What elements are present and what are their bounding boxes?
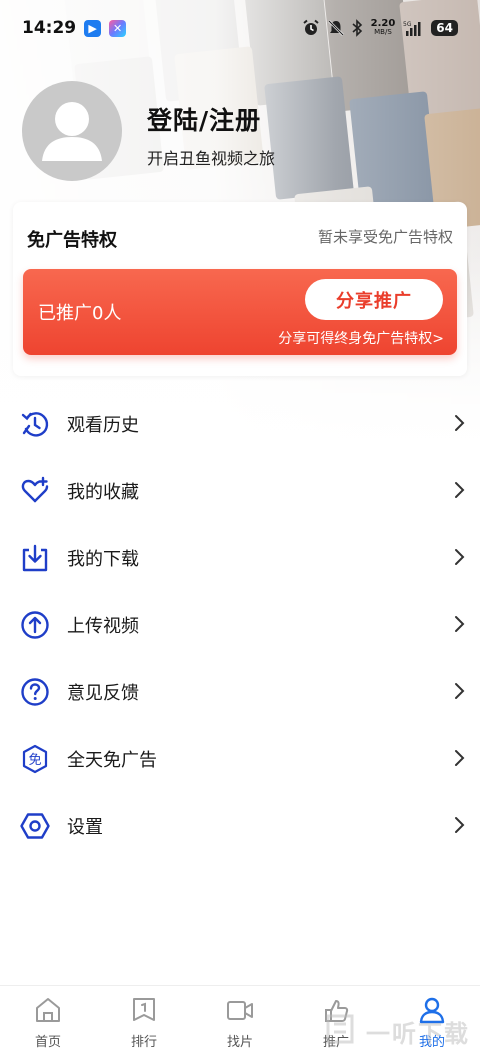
profile-subtitle: 开启丑鱼视频之旅 <box>147 149 276 168</box>
question-icon <box>20 677 50 707</box>
network-speed: 2.20 MB/S <box>371 19 396 37</box>
chevron-right-icon <box>455 750 465 766</box>
home-icon <box>34 996 62 1024</box>
adfree-badge-text: 免 <box>28 753 41 768</box>
adfree-badge-icon: 免 <box>20 744 50 774</box>
ranking-icon <box>130 996 158 1024</box>
signal-icon: 5G <box>403 21 421 36</box>
settings-hexagon-icon <box>20 811 50 841</box>
menu-item-feedback[interactable]: 意见反馈 <box>0 658 480 725</box>
bluetooth-icon <box>352 19 362 37</box>
avatar[interactable] <box>22 81 122 181</box>
watermark-logo-icon <box>326 1014 354 1044</box>
status-bar: 14:29 ▶ ✕ 2.20 MB/S 5G 64 <box>0 0 480 56</box>
status-icons: 2.20 MB/S 5G 64 <box>302 19 458 37</box>
adfree-title: 免广告特权 <box>27 230 117 251</box>
network-speed-unit: MB/S <box>374 28 392 36</box>
watermark-text: 一听下载 <box>366 1019 470 1048</box>
nav-find-video[interactable]: 找片 <box>192 986 288 1056</box>
adfree-status: 暂未享受免广告特权 <box>317 228 453 246</box>
menu-item-label: 观看历史 <box>67 414 139 436</box>
menu-item-label: 我的收藏 <box>67 481 139 503</box>
promoted-count: 已推广0人 <box>38 303 122 324</box>
menu-item-label: 我的下载 <box>67 548 139 570</box>
menu-item-label: 意见反馈 <box>67 682 139 704</box>
watermark: 一听下载 <box>320 1012 470 1050</box>
svg-text:5G: 5G <box>403 21 412 28</box>
chevron-right-icon <box>455 817 465 833</box>
mute-icon <box>327 20 344 36</box>
nav-home[interactable]: 首页 <box>0 986 96 1056</box>
chevron-right-icon <box>455 616 465 632</box>
menu-item-label: 上传视频 <box>67 615 139 637</box>
status-time: 14:29 <box>22 18 77 38</box>
alarm-icon <box>302 19 319 35</box>
battery-indicator: 64 <box>431 20 458 36</box>
nav-ranking[interactable]: 排行 <box>96 986 192 1056</box>
menu-item-downloads[interactable]: 我的下载 <box>0 524 480 591</box>
menu-item-label: 设置 <box>67 816 103 838</box>
nav-label: 首页 <box>34 1035 61 1050</box>
login-register-link[interactable]: 登陆/注册 <box>147 101 261 137</box>
heart-plus-icon <box>20 476 50 506</box>
download-icon <box>20 543 50 573</box>
default-avatar-icon <box>42 102 102 161</box>
menu-item-adfree-allday[interactable]: 免 全天免广告 <box>0 725 480 792</box>
menu-item-favorites[interactable]: 我的收藏 <box>0 457 480 524</box>
share-promote-button[interactable]: 分享推广 <box>305 279 443 320</box>
network-speed-value: 2.20 <box>370 18 396 29</box>
nav-label: 找片 <box>226 1035 253 1050</box>
chevron-right-icon <box>455 549 465 565</box>
app-notification-icon: ▶ <box>84 19 102 37</box>
promotion-note-link[interactable]: 分享可得终身免广告特权> <box>278 328 444 348</box>
history-icon <box>20 409 50 439</box>
nav-label: 排行 <box>130 1035 157 1050</box>
chevron-right-icon <box>455 683 465 699</box>
menu-item-label: 全天免广告 <box>67 749 157 771</box>
chevron-right-icon <box>455 415 465 431</box>
menu-list: 观看历史 我的收藏 我的下载 上传视频 意见反馈 免 全天免广告 设置 <box>0 390 480 859</box>
chevron-right-icon <box>455 482 465 498</box>
app-notification-icon: ✕ <box>109 19 127 37</box>
promotion-banner: 已推广0人 分享推广 分享可得终身免广告特权> <box>23 269 457 355</box>
upload-icon <box>20 610 50 640</box>
adfree-privilege-card: 免广告特权 暂未享受免广告特权 已推广0人 分享推广 分享可得终身免广告特权> <box>13 202 467 376</box>
menu-item-upload[interactable]: 上传视频 <box>0 591 480 658</box>
video-camera-icon <box>226 996 254 1024</box>
menu-item-history[interactable]: 观看历史 <box>0 390 480 457</box>
menu-item-settings[interactable]: 设置 <box>0 792 480 859</box>
